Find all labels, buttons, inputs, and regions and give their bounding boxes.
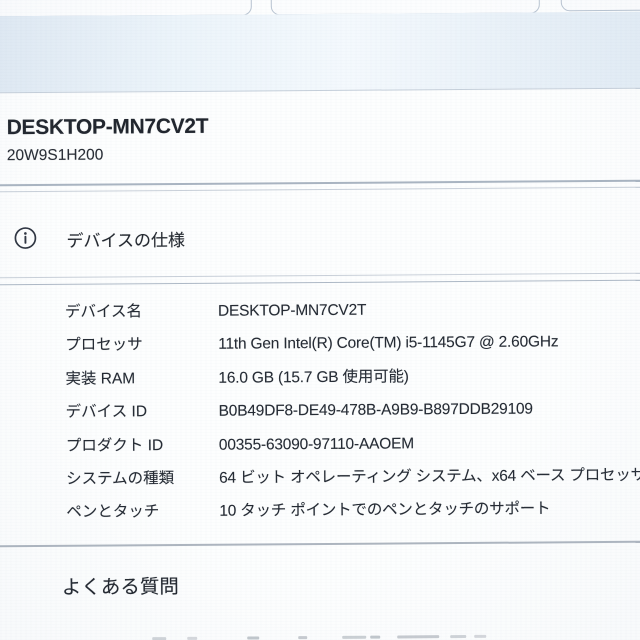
spec-value: 10 タッチ ポイントでのペンとタッチのサポート bbox=[219, 500, 551, 520]
spec-row-device-id: デバイス ID B0B49DF8-DE49-478B-A9B9-B897DDB2… bbox=[0, 398, 640, 425]
spec-label: プロダクト ID bbox=[65, 437, 164, 455]
spec-row-processor: プロセッサ 11th Gen Intel(R) Core(TM) i5-1145… bbox=[0, 331, 640, 358]
spec-value: 00355-63090-97110-AAOEM bbox=[218, 435, 414, 454]
text-fragment bbox=[247, 636, 260, 640]
spec-value: B0B49DF8-DE49-478B-A9B9-B897DDB29109 bbox=[218, 400, 533, 420]
spec-value: 64 ビット オペレーティング システム、x64 ベース プロセッサ bbox=[219, 466, 640, 487]
spec-label: プロセッサ bbox=[65, 336, 143, 354]
header-band bbox=[0, 11, 640, 94]
spec-label: ペンとタッチ bbox=[66, 503, 160, 521]
spec-row-pen-touch: ペンとタッチ 10 タッチ ポイントでのペンとタッチのサポート bbox=[0, 498, 640, 525]
spec-value: 11th Gen Intel(R) Core(TM) i5-1145G7 @ 2… bbox=[218, 333, 559, 353]
text-fragment bbox=[474, 634, 487, 638]
spec-label: システムの種類 bbox=[66, 470, 175, 488]
text-fragment bbox=[370, 635, 381, 639]
faq-heading: よくある質問 bbox=[61, 575, 179, 599]
divider bbox=[0, 540, 640, 547]
spec-row-product-id: プロダクト ID 00355-63090-97110-AAOEM bbox=[0, 432, 640, 459]
spec-row-system-type: システムの種類 64 ビット オペレーティング システム、x64 ベース プロセ… bbox=[0, 465, 640, 492]
text-fragment bbox=[298, 636, 308, 640]
divider bbox=[0, 272, 640, 279]
settings-about-page: DESKTOP-MN7CV2T 20W9S1H200 デバイスの仕様 デバイス名… bbox=[0, 0, 640, 640]
text-fragment bbox=[450, 634, 467, 639]
spec-value: 16.0 GB (15.7 GB 使用可能) bbox=[218, 368, 409, 387]
info-icon bbox=[13, 226, 37, 250]
device-spec-section-title: デバイスの仕様 bbox=[66, 230, 186, 251]
divider bbox=[0, 279, 640, 286]
spec-value: DESKTOP-MN7CV2T bbox=[217, 301, 367, 320]
spec-row-ram: 実装 RAM 16.0 GB (15.7 GB 使用可能) bbox=[0, 365, 640, 392]
divider bbox=[0, 186, 640, 193]
divider bbox=[0, 179, 640, 186]
computer-name: DESKTOP-MN7CV2T bbox=[6, 114, 209, 140]
top-card-right bbox=[560, 0, 640, 12]
serial-number: 20W9S1H200 bbox=[6, 146, 104, 165]
spec-label: デバイス ID bbox=[65, 403, 148, 421]
spec-row-device-name: デバイス名 DESKTOP-MN7CV2T bbox=[0, 298, 640, 325]
spec-label: デバイス名 bbox=[64, 303, 143, 321]
text-fragment bbox=[187, 636, 198, 640]
text-fragment bbox=[397, 635, 440, 639]
clipped-text-fragments bbox=[0, 634, 640, 640]
screen-photo: DESKTOP-MN7CV2T 20W9S1H200 デバイスの仕様 デバイス名… bbox=[0, 0, 640, 640]
spec-label: 実装 RAM bbox=[65, 370, 136, 388]
text-fragment bbox=[342, 635, 367, 639]
